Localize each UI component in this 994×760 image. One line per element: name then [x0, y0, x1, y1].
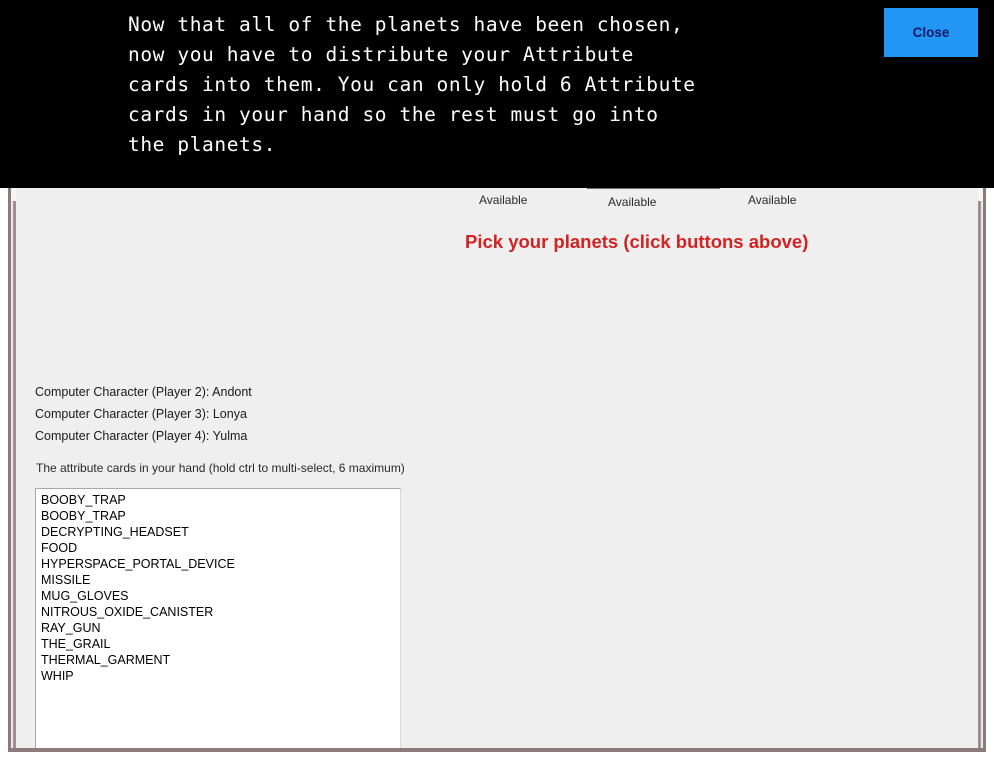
left-scroll-rail-cap: [11, 187, 16, 201]
list-item[interactable]: MISSILE: [36, 572, 400, 588]
game-window-client-area: Computer Character (Player 2): Andont Co…: [11, 187, 983, 748]
list-item[interactable]: BOOBY_TRAP: [36, 492, 400, 508]
hand-cards-label: The attribute cards in your hand (hold c…: [36, 461, 405, 475]
player-line-3: Computer Character (Player 3): Lonya: [35, 407, 247, 421]
list-item[interactable]: BOOBY_TRAP: [36, 508, 400, 524]
list-item[interactable]: DECRYPTING_HEADSET: [36, 524, 400, 540]
list-item[interactable]: NITROUS_OXIDE_CANISTER: [36, 604, 400, 620]
right-scroll-rail-cap: [978, 187, 983, 201]
list-item[interactable]: MUG_GLOVES: [36, 588, 400, 604]
list-item[interactable]: RAY_GUN: [36, 620, 400, 636]
list-item[interactable]: HYPERSPACE_PORTAL_DEVICE: [36, 556, 400, 572]
player-line-4: Computer Character (Player 4): Yulma: [35, 429, 248, 443]
list-item[interactable]: FOOD: [36, 540, 400, 556]
pick-planets-instruction: Pick your planets (click buttons above): [465, 231, 809, 252]
right-scroll-rail[interactable]: [978, 187, 983, 748]
list-item[interactable]: WHIP: [36, 668, 400, 684]
close-button[interactable]: Close: [884, 8, 978, 57]
tutorial-message: Now that all of the planets have been ch…: [128, 13, 696, 156]
list-item[interactable]: THERMAL_GARMENT: [36, 652, 400, 668]
planet-slot-1-status[interactable]: Available: [479, 193, 527, 207]
hand-cards-listbox[interactable]: BOOBY_TRAP BOOBY_TRAP DECRYPTING_HEADSET…: [35, 488, 401, 748]
list-item[interactable]: THE_GRAIL: [36, 636, 400, 652]
player-line-2: Computer Character (Player 2): Andont: [35, 385, 252, 399]
tutorial-overlay: Now that all of the planets have been ch…: [0, 0, 994, 188]
planet-slot-3-status[interactable]: Available: [748, 193, 796, 207]
game-window: Computer Character (Player 2): Andont Co…: [8, 186, 986, 752]
planet-slot-2-status[interactable]: Available: [608, 195, 656, 209]
left-scroll-rail[interactable]: [11, 187, 16, 748]
